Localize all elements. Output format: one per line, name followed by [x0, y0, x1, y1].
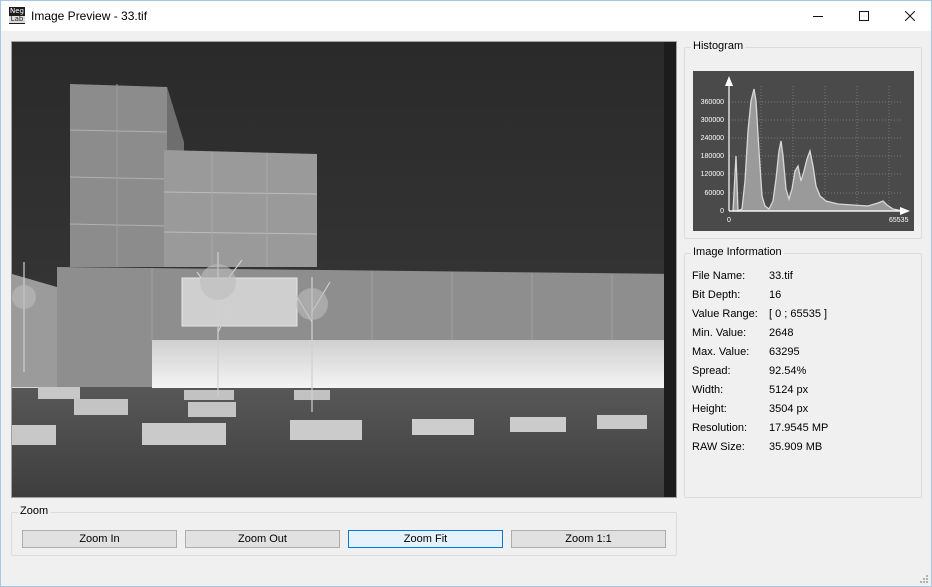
close-icon — [905, 11, 915, 21]
y-tick: 0 — [720, 208, 724, 215]
zoom-fit-button[interactable]: Zoom Fit — [348, 530, 503, 548]
info-label: Min. Value: — [692, 327, 747, 339]
info-label: Spread: — [692, 365, 731, 377]
histogram-plot: 360000 300000 240000 180000 120000 60000… — [693, 71, 914, 231]
app-icon-text-top: Neg — [10, 7, 24, 15]
zoom-out-button[interactable]: Zoom Out — [185, 530, 340, 548]
info-value: 2648 — [769, 327, 794, 339]
window-title: Image Preview - 33.tif — [31, 9, 148, 23]
info-value: 35.909 MB — [769, 441, 823, 453]
image-information-group: Image Information File Name: 33.tif Bit … — [684, 246, 922, 498]
info-value: 17.9545 MP — [769, 422, 829, 434]
maximize-icon — [859, 11, 869, 21]
zoom-in-button[interactable]: Zoom In — [22, 530, 177, 548]
y-tick: 300000 — [701, 117, 724, 124]
x-tick: 65535 — [889, 217, 909, 224]
negative-image — [12, 42, 676, 497]
y-tick: 240000 — [701, 135, 724, 142]
info-label: Resolution: — [692, 422, 748, 434]
image-preview-window: Neg Lab Image Preview - 33.tif Histogram… — [0, 0, 932, 587]
x-tick: 0 — [727, 217, 731, 224]
info-label: RAW Size: — [692, 441, 745, 453]
app-icon-text-bottom: Lab — [9, 15, 25, 23]
neglab-app-icon: Neg Lab — [9, 7, 25, 24]
maximize-button[interactable] — [841, 1, 887, 31]
histogram-title: Histogram — [691, 40, 746, 52]
y-tick: 360000 — [701, 99, 724, 106]
info-label: Bit Depth: — [692, 289, 741, 301]
info-value: 92.54% — [769, 365, 807, 377]
info-value: [ 0 ; 65535 ] — [769, 308, 828, 320]
info-value: 16 — [769, 289, 782, 301]
resize-grip-icon[interactable] — [918, 573, 928, 583]
info-label: Value Range: — [692, 308, 758, 320]
minimize-icon — [813, 16, 823, 17]
info-value: 3504 px — [769, 403, 809, 415]
info-label: Height: — [692, 403, 727, 415]
histogram-group: Histogram 360000 300000 240000 180000 12… — [684, 40, 922, 239]
y-tick: 60000 — [705, 190, 725, 197]
zoom-1-1-button[interactable]: Zoom 1:1 — [511, 530, 666, 548]
image-preview-canvas[interactable] — [11, 41, 677, 498]
info-label: Max. Value: — [692, 346, 750, 358]
info-value: 63295 — [769, 346, 800, 358]
title-bar: Neg Lab Image Preview - 33.tif — [1, 1, 931, 31]
histogram-svg: 360000 300000 240000 180000 120000 60000… — [701, 76, 910, 224]
zoom-title: Zoom — [18, 505, 51, 517]
info-value: 5124 px — [769, 384, 809, 396]
info-value: 33.tif — [769, 270, 793, 282]
info-label: File Name: — [692, 270, 746, 282]
info-label: Width: — [692, 384, 724, 396]
image-information-title: Image Information — [691, 246, 784, 258]
zoom-group: Zoom Zoom In Zoom Out Zoom Fit Zoom 1:1 — [11, 505, 677, 556]
y-tick: 180000 — [701, 153, 724, 160]
minimize-button[interactable] — [795, 1, 841, 31]
close-button[interactable] — [887, 1, 932, 31]
y-tick: 120000 — [701, 171, 724, 178]
